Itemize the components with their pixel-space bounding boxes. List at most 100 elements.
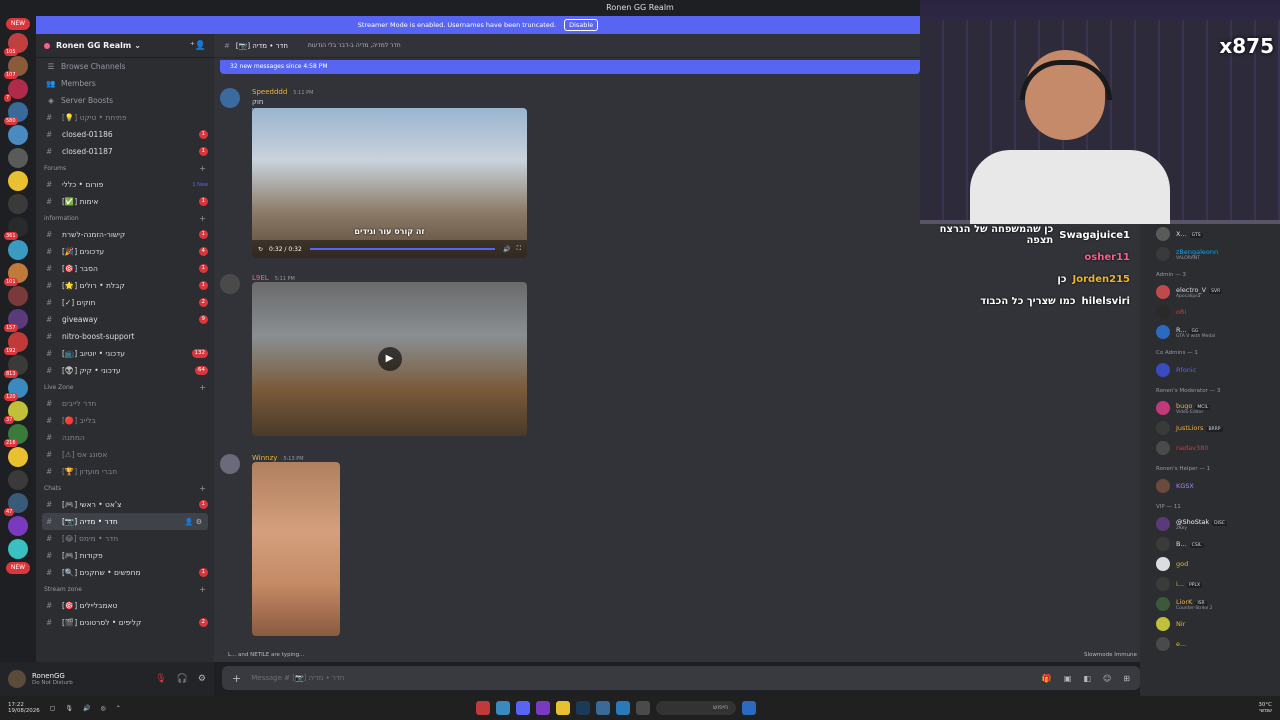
add-channel-icon[interactable]: + xyxy=(199,383,206,392)
member-avatar[interactable] xyxy=(1156,285,1170,299)
channel-item[interactable]: # [🔍] מחפשים • שחקנים 1 xyxy=(36,564,214,581)
channel-item[interactable]: # nitro-boost-support xyxy=(36,328,214,345)
disable-streamer-mode-button[interactable]: Disable xyxy=(564,19,599,31)
member-item[interactable]: JustLiors BRRP xyxy=(1140,418,1280,438)
edge-icon[interactable] xyxy=(616,701,630,715)
add-channel-icon[interactable]: + xyxy=(199,214,206,223)
notification-icon[interactable]: ▢ xyxy=(50,705,56,712)
message-author[interactable]: L9EL xyxy=(252,274,269,282)
server-icon[interactable]: 47 xyxy=(4,493,28,516)
channel-item[interactable]: # קישור-הזמנה-לשרת 1 xyxy=(36,226,214,243)
server-icon[interactable]: 813 xyxy=(4,355,28,378)
channel-category[interactable]: Forums + xyxy=(36,160,214,176)
member-item[interactable]: @ShoStak DISC 2Key xyxy=(1140,514,1280,534)
chevron-up-icon[interactable]: ⌃ xyxy=(116,705,121,712)
channel-item[interactable]: # [🌟] קבלת • רולים 1 xyxy=(36,277,214,294)
channel-item[interactable]: # [🎯] טאמבליילים xyxy=(36,597,214,614)
image-attachment[interactable] xyxy=(252,462,340,636)
server-icon[interactable]: 7 xyxy=(4,79,28,102)
fullscreen-icon[interactable]: ⛶ xyxy=(517,245,521,253)
app-icon[interactable] xyxy=(476,701,490,715)
gift-icon[interactable]: 🎁 xyxy=(1042,674,1052,683)
channel-settings-icon[interactable]: 👤 ⚙ xyxy=(185,518,202,526)
member-item[interactable]: nadav380 xyxy=(1140,438,1280,458)
message-author[interactable]: Speedddd xyxy=(252,88,287,96)
member-item[interactable]: electro_V SVR Apocalipsa xyxy=(1140,282,1280,302)
channel-item[interactable]: # המתנה xyxy=(36,429,214,446)
server-icon[interactable]: 37 xyxy=(4,401,28,424)
app-icon[interactable] xyxy=(536,701,550,715)
add-member-icon[interactable]: ⁺👤 xyxy=(190,41,206,51)
channel-item[interactable]: # [🎯] הסבר 1 xyxy=(36,260,214,277)
server-icon[interactable] xyxy=(8,286,28,306)
user-avatar[interactable] xyxy=(8,670,26,688)
member-avatar[interactable] xyxy=(1156,441,1170,455)
member-avatar[interactable] xyxy=(1156,597,1170,611)
member-item[interactable]: Rfonic xyxy=(1140,360,1280,380)
channel-item[interactable]: # [🔴] בלייב xyxy=(36,412,214,429)
channel-item[interactable]: # [✓] חוקים 2 xyxy=(36,294,214,311)
server-icon[interactable]: 361 xyxy=(4,217,28,240)
video-attachment[interactable]: זה קורס עור וגידים ↻ 0:32 / 0:32 🔊 ⛶ xyxy=(252,108,527,258)
member-avatar[interactable] xyxy=(1156,537,1170,551)
server-icon[interactable] xyxy=(8,194,28,214)
member-item[interactable]: R... GG GTA V with Medal xyxy=(1140,322,1280,342)
server-icon[interactable] xyxy=(8,171,28,191)
server-icon[interactable]: 216 xyxy=(4,424,28,447)
channel-item[interactable]: # [🎮] פקודות xyxy=(36,547,214,564)
member-item[interactable]: e... xyxy=(1140,634,1280,654)
member-avatar[interactable] xyxy=(1156,363,1170,377)
member-item[interactable]: X... GTS xyxy=(1140,224,1280,244)
message-composer[interactable]: + Message # [📷] חדר • מדיה 🎁 ▣ ◧ ☺ ⊞ xyxy=(222,666,1140,690)
member-avatar[interactable] xyxy=(1156,637,1170,651)
member-avatar[interactable] xyxy=(1156,517,1170,531)
server-icon[interactable]: 192 xyxy=(4,332,28,355)
apps-icon[interactable]: ⊞ xyxy=(1123,674,1130,683)
member-item[interactable]: B... CSIL xyxy=(1140,534,1280,554)
server-icon[interactable] xyxy=(8,470,28,490)
microphone-icon[interactable]: 🎙 xyxy=(65,705,73,712)
server-icon[interactable] xyxy=(8,240,28,260)
channel-category[interactable]: Stream zone + xyxy=(36,581,214,597)
nav-server-boosts[interactable]: ◈ Server Boosts xyxy=(36,92,214,109)
member-avatar[interactable] xyxy=(1156,247,1170,261)
channel-item[interactable]: # giveaway 9 xyxy=(36,311,214,328)
folder-icon[interactable] xyxy=(556,701,570,715)
server-icon[interactable] xyxy=(8,447,28,467)
deafen-icon[interactable]: 🎧 xyxy=(177,674,188,684)
server-icon[interactable]: 105 xyxy=(4,33,28,56)
network-icon[interactable]: ◎ xyxy=(100,705,105,712)
add-channel-icon[interactable]: + xyxy=(199,585,206,594)
member-avatar[interactable] xyxy=(1156,421,1170,435)
channel-category[interactable]: Chats + xyxy=(36,480,214,496)
server-icon[interactable] xyxy=(8,516,28,536)
member-avatar[interactable] xyxy=(1156,325,1170,339)
channel-item[interactable]: # [🎮] צ'אט • ראשי 1 xyxy=(36,496,214,513)
channel-category[interactable]: information + xyxy=(36,210,214,226)
member-avatar[interactable] xyxy=(1156,227,1170,241)
app-icon[interactable] xyxy=(596,701,610,715)
member-avatar[interactable] xyxy=(1156,577,1170,591)
play-icon[interactable]: ▶ xyxy=(377,347,402,371)
video-attachment[interactable]: ▶ xyxy=(252,282,527,436)
chrome-icon[interactable] xyxy=(496,701,510,715)
member-item[interactable]: KGSX xyxy=(1140,476,1280,496)
member-avatar[interactable] xyxy=(1156,305,1170,319)
message-author[interactable]: Winnzy xyxy=(252,454,277,462)
channel-item[interactable]: # [📷] חדר • מדיה 👤 ⚙ xyxy=(42,513,208,530)
nav-members[interactable]: 👥 Members xyxy=(36,75,214,92)
nav-browse-channels[interactable]: ☰ Browse Channels xyxy=(36,58,214,75)
gif-icon[interactable]: ▣ xyxy=(1064,674,1072,683)
add-channel-icon[interactable]: + xyxy=(199,484,206,493)
channel-item[interactable]: # [⚠] אסונג אס xyxy=(36,446,214,463)
new-messages-bar[interactable]: 32 new messages since 4:58 PM xyxy=(220,60,920,74)
add-attachment-icon[interactable]: + xyxy=(232,672,241,685)
message-avatar[interactable] xyxy=(220,454,240,474)
channel-item[interactable]: # [📺] עדכוני • יוטיוב 132 xyxy=(36,345,214,362)
server-icon[interactable]: 107 xyxy=(4,56,28,79)
member-item[interactable]: Nir xyxy=(1140,614,1280,634)
composer-placeholder[interactable]: Message # [📷] חדר • מדיה xyxy=(251,674,344,682)
member-avatar[interactable] xyxy=(1156,401,1170,415)
channel-item[interactable]: # closed-01187 1 xyxy=(36,143,214,160)
channel-item[interactable]: # [✅] אימות 1 xyxy=(36,193,214,210)
